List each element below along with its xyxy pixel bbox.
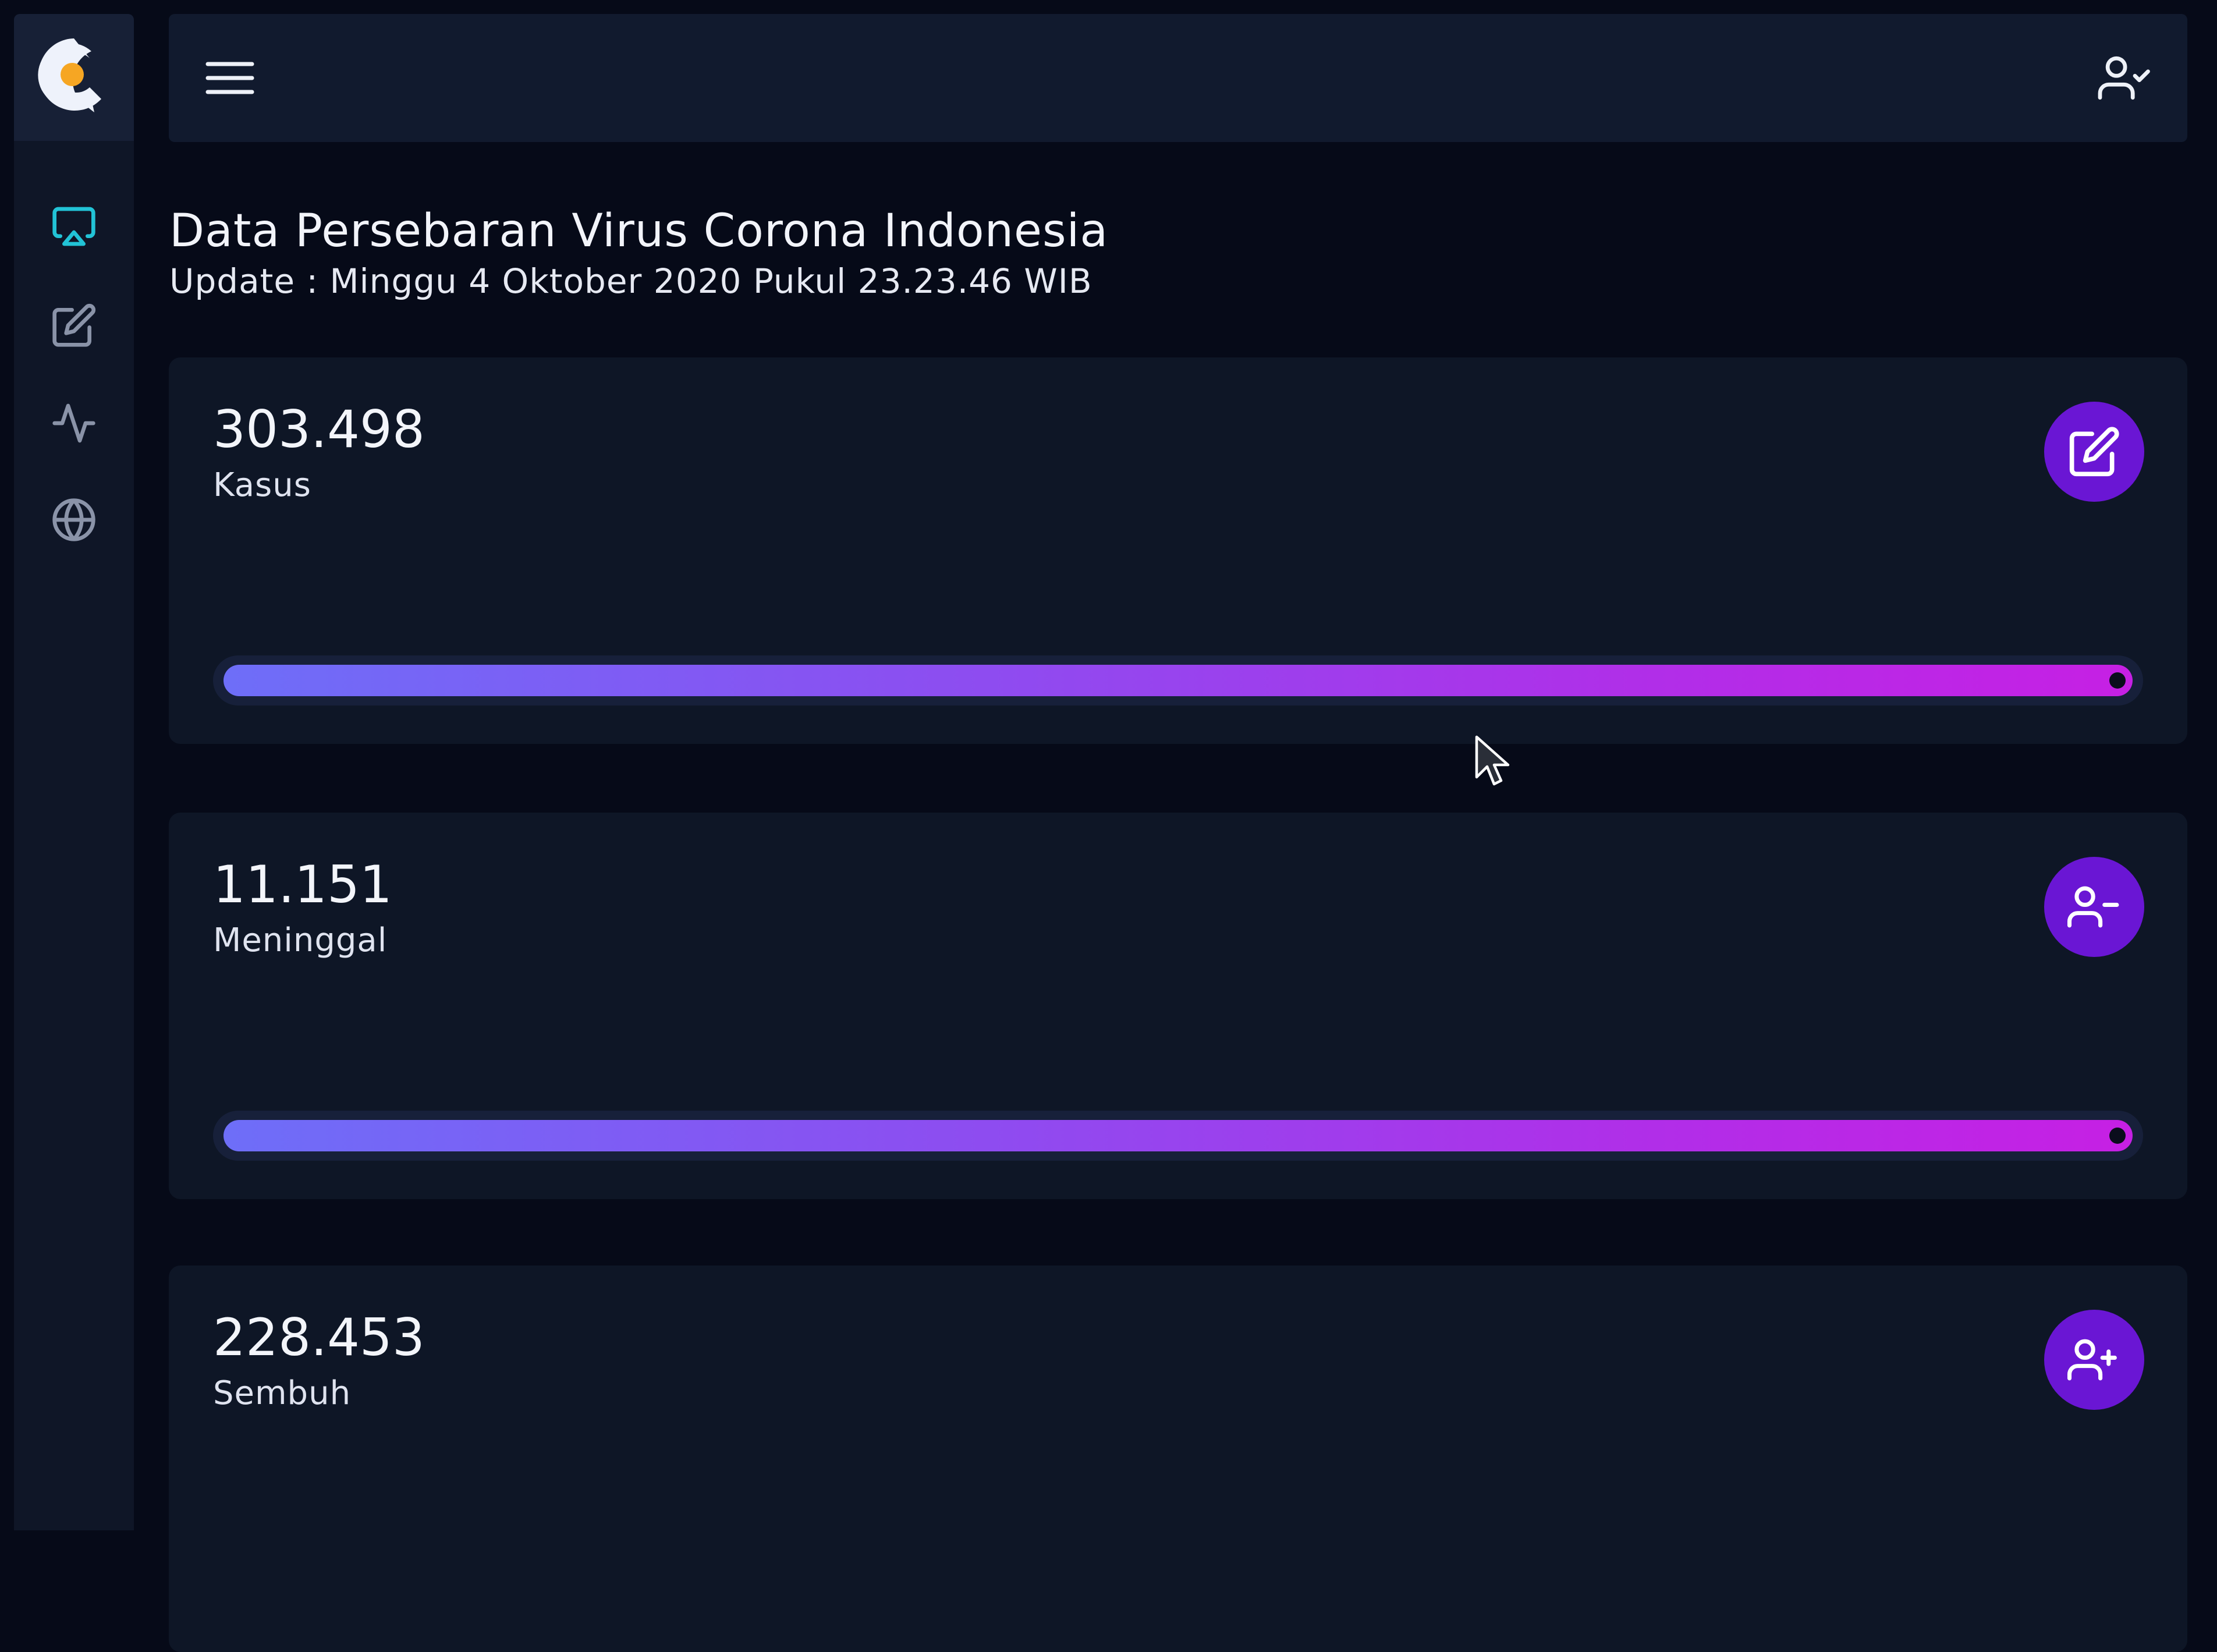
stat-value: 11.151 [213, 855, 392, 914]
logo[interactable] [14, 14, 134, 141]
progress-bar [213, 1111, 2143, 1161]
stat-card-meninggal: 11.151 Meninggal [169, 813, 2187, 1199]
stat-label: Meninggal [213, 921, 388, 959]
top-bar [169, 14, 2187, 142]
sidebar [14, 14, 134, 1530]
menu-button[interactable] [204, 55, 256, 101]
activity-icon [52, 403, 95, 443]
hamburger-icon [205, 62, 254, 94]
stat-icon-badge [2044, 402, 2144, 502]
progress-bar [213, 655, 2143, 706]
stat-icon-badge [2044, 857, 2144, 957]
stat-card-sembuh: 228.453 Sembuh [169, 1265, 2187, 1652]
sidebar-item-globe[interactable] [14, 482, 134, 558]
progress-fill [224, 665, 2133, 696]
stat-label: Kasus [213, 466, 311, 504]
user-plus-icon [2067, 1339, 2117, 1381]
user-button[interactable] [2094, 50, 2158, 106]
sidebar-item-edit[interactable] [14, 288, 134, 363]
progress-handle [2109, 672, 2126, 689]
update-timestamp: Update : Minggu 4 Oktober 2020 Pukul 23.… [169, 261, 1092, 301]
page-title: Data Persebaran Virus Corona Indonesia [169, 205, 1109, 257]
edit-icon [52, 303, 96, 347]
sidebar-item-dashboard[interactable] [14, 189, 134, 264]
user-minus-icon [2067, 886, 2119, 928]
mouse-cursor-icon [1475, 735, 1510, 786]
globe-icon [52, 498, 95, 541]
edit-icon [2069, 427, 2119, 477]
stat-value: 303.498 [213, 399, 425, 459]
stat-label: Sembuh [213, 1374, 352, 1412]
stat-card-kasus: 303.498 Kasus [169, 357, 2187, 744]
user-check-icon [2098, 56, 2150, 100]
monitor-icon [52, 207, 95, 246]
sidebar-item-activity[interactable] [14, 385, 134, 461]
stat-value: 228.453 [213, 1307, 425, 1367]
stat-icon-badge [2044, 1310, 2144, 1410]
progress-fill [224, 1120, 2133, 1151]
c-logo-icon [38, 38, 101, 112]
progress-handle [2109, 1128, 2126, 1144]
